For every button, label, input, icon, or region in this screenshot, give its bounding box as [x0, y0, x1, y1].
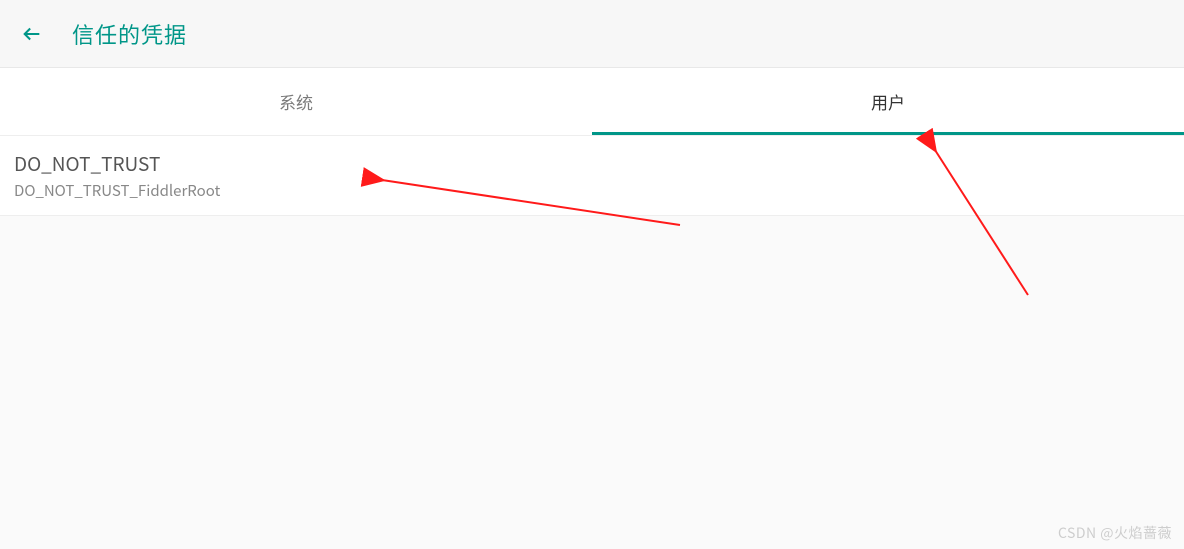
credential-title: DO_NOT_TRUST	[14, 150, 1168, 177]
tab-system-label: 系统	[279, 89, 313, 114]
back-button[interactable]	[12, 14, 52, 54]
credential-subtitle: DO_NOT_TRUST_FiddlerRoot	[14, 180, 1168, 201]
arrow-left-icon	[21, 23, 43, 45]
watermark: CSDN @火焰蔷薇	[1058, 523, 1172, 543]
app-header: 信任的凭据	[0, 0, 1184, 68]
page-title: 信任的凭据	[72, 18, 187, 50]
tab-user-label: 用户	[871, 89, 905, 114]
tab-user[interactable]: 用户	[592, 68, 1184, 135]
tabs-bar: 系统 用户	[0, 68, 1184, 136]
credentials-list: DO_NOT_TRUST DO_NOT_TRUST_FiddlerRoot	[0, 136, 1184, 216]
list-item[interactable]: DO_NOT_TRUST DO_NOT_TRUST_FiddlerRoot	[0, 136, 1184, 216]
tab-system[interactable]: 系统	[0, 68, 592, 135]
